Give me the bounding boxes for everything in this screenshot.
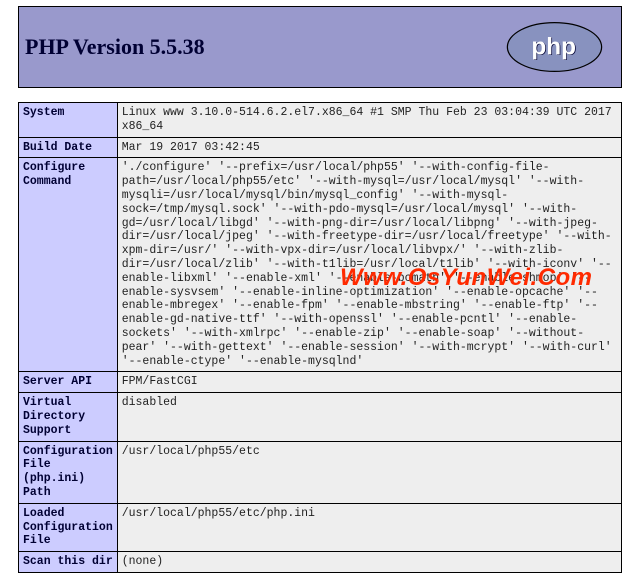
row-server-api: Server API FPM/FastCGI (19, 372, 622, 393)
row-configure-command: Configure Command './configure' '--prefi… (19, 158, 622, 372)
row-config-file-path: Configuration File (php.ini) Path /usr/l… (19, 441, 622, 503)
label-system: System (19, 103, 118, 138)
value-configure-command: './configure' '--prefix=/usr/local/php55… (117, 158, 621, 372)
row-system: System Linux www 3.10.0-514.6.2.el7.x86_… (19, 103, 622, 138)
row-build-date: Build Date Mar 19 2017 03:42:45 (19, 137, 622, 158)
value-system: Linux www 3.10.0-514.6.2.el7.x86_64 #1 S… (117, 103, 621, 138)
label-virtual-directory-support: Virtual Directory Support (19, 393, 118, 441)
label-build-date: Build Date (19, 137, 118, 158)
label-loaded-config-file: Loaded Configuration File (19, 503, 118, 551)
php-logo: php php (502, 21, 607, 73)
svg-text:php: php (531, 33, 576, 60)
label-configure-command: Configure Command (19, 158, 118, 372)
value-build-date: Mar 19 2017 03:42:45 (117, 137, 621, 158)
value-virtual-directory-support: disabled (117, 393, 621, 441)
label-server-api: Server API (19, 372, 118, 393)
value-scan-this-dir: (none) (117, 552, 621, 573)
row-scan-this-dir: Scan this dir (none) (19, 552, 622, 573)
value-config-file-path: /usr/local/php55/etc (117, 441, 621, 503)
page-title: PHP Version 5.5.38 (25, 34, 205, 60)
label-config-file-path: Configuration File (php.ini) Path (19, 441, 118, 503)
phpinfo-table: System Linux www 3.10.0-514.6.2.el7.x86_… (18, 102, 622, 573)
row-loaded-config-file: Loaded Configuration File /usr/local/php… (19, 503, 622, 551)
value-loaded-config-file: /usr/local/php55/etc/php.ini (117, 503, 621, 551)
label-scan-this-dir: Scan this dir (19, 552, 118, 573)
phpinfo-header: PHP Version 5.5.38 php php (18, 6, 622, 88)
row-virtual-directory-support: Virtual Directory Support disabled (19, 393, 622, 441)
value-server-api: FPM/FastCGI (117, 372, 621, 393)
